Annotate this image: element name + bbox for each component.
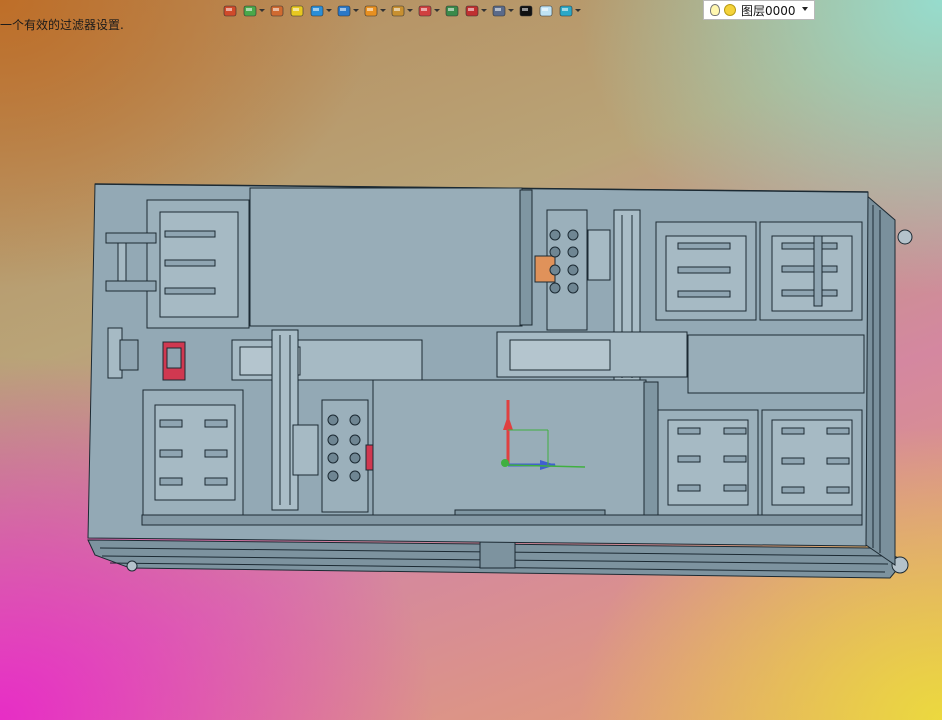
mid-right-box (687, 334, 865, 394)
top-cover-box (249, 187, 523, 327)
cad-viewport[interactable] (0, 0, 942, 720)
lower-left-plates (142, 389, 244, 516)
lower-vertical-rail (271, 329, 299, 511)
machine-model (87, 183, 913, 579)
